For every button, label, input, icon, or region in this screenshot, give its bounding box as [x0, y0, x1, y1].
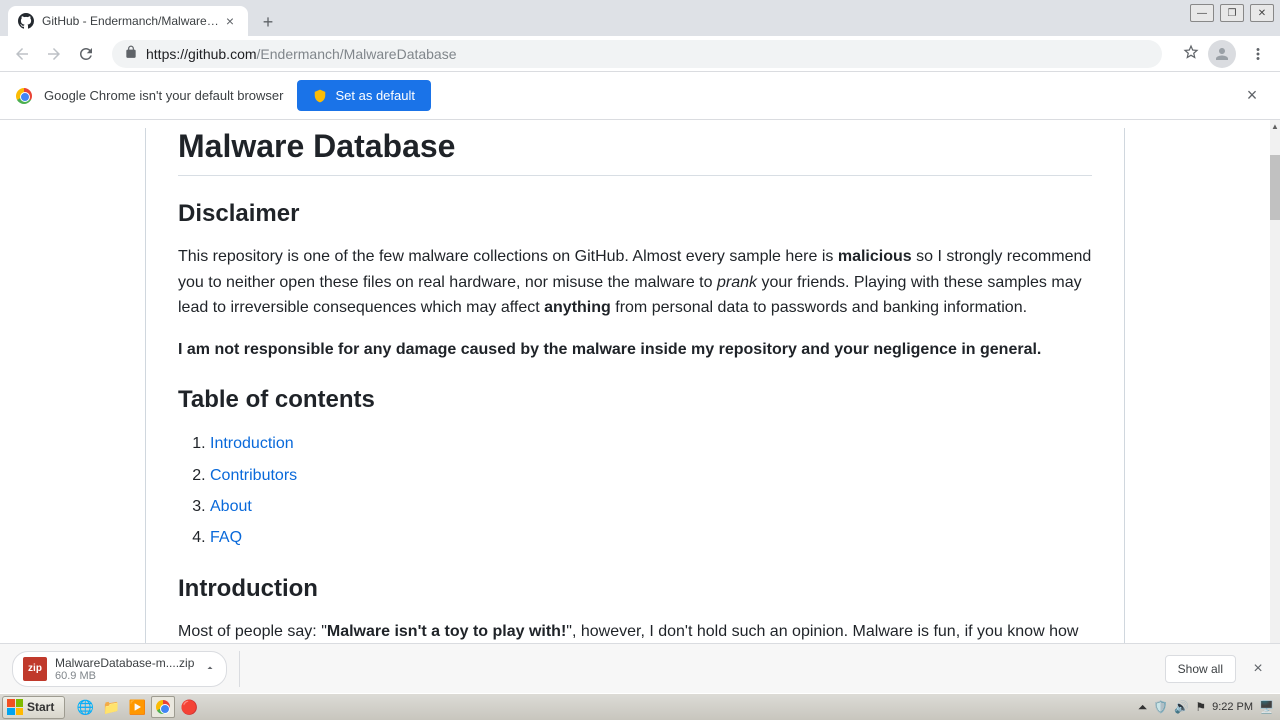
scroll-up-arrow[interactable]: ▲ — [1270, 120, 1280, 132]
new-tab-button[interactable]: + — [254, 8, 282, 36]
infobar-message: Google Chrome isn't your default browser — [44, 88, 283, 103]
browser-toolbar: https://github.com/Endermanch/MalwareDat… — [0, 36, 1280, 72]
profile-avatar[interactable] — [1208, 40, 1236, 68]
reload-button[interactable] — [72, 40, 100, 68]
download-menu-chevron[interactable] — [204, 661, 216, 677]
download-shelf: zip MalwareDatabase-m....zip 60.9 MB Sho… — [0, 643, 1280, 693]
system-clock[interactable]: 9:22 PM — [1212, 701, 1253, 713]
scrollbar-thumb[interactable] — [1270, 155, 1280, 220]
url-text: https://github.com/Endermanch/MalwareDat… — [146, 46, 457, 62]
archive-file-icon: zip — [23, 657, 47, 681]
windows-logo-icon — [7, 699, 23, 715]
taskbar-chrome-icon[interactable] — [151, 696, 175, 718]
set-default-button[interactable]: Set as default — [297, 80, 431, 111]
taskbar-ie-icon[interactable]: 🌐 — [73, 696, 97, 718]
start-button[interactable]: Start — [2, 696, 65, 719]
disclaimer-heading: Disclaimer — [178, 200, 1092, 228]
forward-button[interactable] — [40, 40, 68, 68]
taskbar-explorer-icon[interactable]: 📁 — [99, 696, 123, 718]
close-window-button[interactable]: ✕ — [1250, 4, 1274, 22]
list-item: FAQ — [210, 524, 1092, 551]
lock-icon — [124, 45, 138, 62]
download-shelf-close-button[interactable]: × — [1248, 659, 1268, 679]
default-browser-infobar: Google Chrome isn't your default browser… — [0, 72, 1280, 120]
shield-icon — [313, 89, 327, 103]
chrome-menu-button[interactable] — [1244, 40, 1272, 68]
tray-volume-icon[interactable]: 🔊 — [1174, 700, 1189, 714]
tab-title: GitHub - Endermanch/MalwareDatab — [42, 14, 222, 28]
page-title: Malware Database — [178, 128, 1092, 176]
tray-show-desktop[interactable]: 🖥️ — [1259, 700, 1274, 714]
back-button[interactable] — [8, 40, 36, 68]
toc-link-introduction[interactable]: Introduction — [210, 435, 294, 452]
disclaimer-paragraph-1: This repository is one of the few malwar… — [178, 244, 1092, 321]
minimize-window-button[interactable]: — — [1190, 4, 1214, 22]
tray-security-icon[interactable]: 🛡️ — [1153, 700, 1168, 714]
download-filename: MalwareDatabase-m....zip — [55, 656, 194, 670]
separator — [239, 651, 240, 687]
list-item: About — [210, 493, 1092, 520]
readme-content: Malware Database Disclaimer This reposit… — [178, 128, 1092, 643]
taskbar-app-icon[interactable]: 🔴 — [177, 696, 201, 718]
toc-heading: Table of contents — [178, 386, 1092, 414]
tray-flag-icon[interactable]: ⚑ — [1195, 700, 1206, 714]
toc-link-about[interactable]: About — [210, 498, 252, 515]
tab-close-button[interactable]: × — [222, 13, 238, 29]
taskbar-media-icon[interactable]: ▶️ — [125, 696, 149, 718]
windows-taskbar: Start 🌐 📁 ▶️ 🔴 ⏶ 🛡️ 🔊 ⚑ 9:22 PM 🖥️ — [0, 693, 1280, 720]
maximize-window-button[interactable]: ❐ — [1220, 4, 1244, 22]
address-bar[interactable]: https://github.com/Endermanch/MalwareDat… — [112, 40, 1162, 68]
list-item: Contributors — [210, 462, 1092, 489]
introduction-paragraph: Most of people say: "Malware isn't a toy… — [178, 619, 1092, 643]
page-viewport: Malware Database Disclaimer This reposit… — [0, 120, 1270, 643]
toc-link-faq[interactable]: FAQ — [210, 529, 242, 546]
infobar-close-button[interactable]: × — [1240, 84, 1264, 108]
bookmark-star-icon[interactable] — [1182, 43, 1200, 64]
show-all-downloads-button[interactable]: Show all — [1165, 655, 1236, 683]
chrome-logo-icon — [16, 88, 32, 104]
system-tray: ⏶ 🛡️ 🔊 ⚑ 9:22 PM 🖥️ — [1132, 700, 1280, 715]
disclaimer-paragraph-2: I am not responsible for any damage caus… — [178, 337, 1092, 363]
list-item: Introduction — [210, 430, 1092, 457]
introduction-heading: Introduction — [178, 575, 1092, 603]
toc-list: Introduction Contributors About FAQ — [178, 430, 1092, 551]
tray-expand-icon[interactable]: ⏶ — [1138, 700, 1148, 715]
browser-tab[interactable]: GitHub - Endermanch/MalwareDatab × — [8, 6, 248, 36]
download-size: 60.9 MB — [55, 670, 194, 682]
tab-strip: GitHub - Endermanch/MalwareDatab × + — [0, 0, 1280, 36]
download-item[interactable]: zip MalwareDatabase-m....zip 60.9 MB — [12, 651, 227, 687]
toc-link-contributors[interactable]: Contributors — [210, 467, 297, 484]
github-favicon — [18, 13, 34, 29]
